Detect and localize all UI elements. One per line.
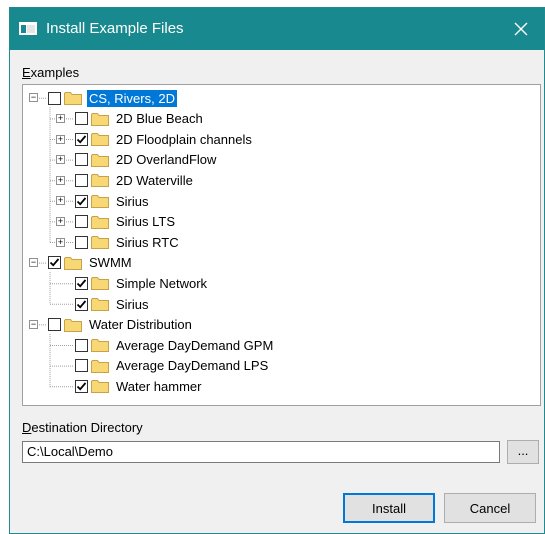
examples-tree[interactable]: − CS, Rivers, 2D +2D Blue Beach +2D Floodpl… xyxy=(22,84,541,406)
folder-icon xyxy=(91,359,109,373)
folder-icon xyxy=(91,215,109,229)
tree-item[interactable]: Average DayDemand GPM xyxy=(75,335,275,355)
item-checkbox[interactable] xyxy=(48,256,61,270)
item-checkbox[interactable] xyxy=(75,235,88,249)
tree-item-label: Sirius LTS xyxy=(116,214,175,230)
item-checkbox[interactable] xyxy=(75,112,88,126)
collapse-toggle[interactable]: − xyxy=(29,93,38,103)
destination-label: Destination Directory xyxy=(22,420,143,435)
collapse-toggle[interactable]: − xyxy=(29,319,38,329)
tree-item-label: Simple Network xyxy=(116,275,208,291)
tree-item[interactable]: CS, Rivers, 2D xyxy=(48,88,177,108)
checkmark-icon xyxy=(76,299,87,309)
collapse-toggle[interactable]: − xyxy=(29,258,38,268)
tree-item-label: SWMM xyxy=(89,255,132,271)
tree-item[interactable]: 2D Blue Beach xyxy=(75,109,205,129)
tree-item-label: 2D Blue Beach xyxy=(116,111,203,127)
install-dialog: Install Example Files Examples − CS, Rive… xyxy=(9,7,545,534)
close-button[interactable] xyxy=(498,8,544,50)
expand-toggle[interactable]: + xyxy=(56,237,65,247)
tree-item-label: Average DayDemand GPM xyxy=(116,337,274,353)
tree-item-label: Sirius RTC xyxy=(116,234,179,250)
folder-icon xyxy=(91,174,109,188)
item-checkbox[interactable] xyxy=(75,132,88,146)
folder-icon xyxy=(91,236,109,250)
install-button[interactable]: Install xyxy=(343,493,435,523)
title-bar[interactable]: Install Example Files xyxy=(10,8,544,50)
tree-item-label: 2D OverlandFlow xyxy=(116,152,217,168)
item-checkbox[interactable] xyxy=(48,318,61,332)
tree-item[interactable]: 2D Waterville xyxy=(75,170,195,190)
tree-item-label: Average DayDemand LPS xyxy=(116,358,269,374)
item-checkbox[interactable] xyxy=(75,276,88,290)
expand-toggle[interactable]: + xyxy=(56,113,65,123)
folder-icon xyxy=(91,298,109,311)
tree-item[interactable]: Sirius RTC xyxy=(75,232,181,252)
tree-item-label: Sirius xyxy=(116,296,149,312)
expand-toggle[interactable]: + xyxy=(56,196,65,206)
tree-item[interactable]: Water Distribution xyxy=(48,315,194,335)
window-icon xyxy=(19,22,37,35)
expand-toggle[interactable]: + xyxy=(56,134,65,144)
tree-item-label: Water Distribution xyxy=(89,317,192,333)
item-checkbox[interactable] xyxy=(75,338,88,352)
tree-item-label: Water hammer xyxy=(116,378,202,394)
tree-item[interactable]: Sirius xyxy=(75,191,151,211)
expand-toggle[interactable]: + xyxy=(56,175,65,185)
folder-icon xyxy=(91,277,109,291)
destination-directory-input[interactable]: C:\Local\Demo xyxy=(22,441,500,463)
checkmark-icon xyxy=(76,196,87,206)
tree-item[interactable]: Sirius xyxy=(75,294,151,314)
item-checkbox[interactable] xyxy=(48,91,61,105)
tree-item-label: 2D Floodplain channels xyxy=(116,131,252,147)
expand-toggle[interactable]: + xyxy=(56,216,65,226)
folder-icon xyxy=(64,318,82,332)
item-checkbox[interactable] xyxy=(75,359,88,373)
item-checkbox[interactable] xyxy=(75,153,88,167)
folder-icon xyxy=(91,112,109,126)
folder-icon xyxy=(64,92,82,105)
cancel-button[interactable]: Cancel xyxy=(444,493,536,523)
expand-toggle[interactable]: + xyxy=(56,155,65,165)
item-checkbox[interactable] xyxy=(75,173,88,187)
checkmark-icon xyxy=(76,135,87,144)
examples-label: Examples xyxy=(22,65,80,80)
checkmark-icon xyxy=(76,279,87,288)
browse-button[interactable]: ... xyxy=(507,440,539,464)
folder-icon xyxy=(91,153,109,167)
tree-item-label: CS, Rivers, 2D xyxy=(87,89,177,107)
close-icon xyxy=(514,22,528,36)
tree-item[interactable]: Water hammer xyxy=(75,376,203,396)
tree-item[interactable]: 2D Floodplain channels xyxy=(75,129,254,149)
tree-item-label: Sirius xyxy=(116,193,149,209)
folder-icon xyxy=(91,195,109,208)
tree-item[interactable]: Sirius LTS xyxy=(75,212,177,232)
checkmark-icon xyxy=(49,258,60,267)
folder-icon xyxy=(64,256,82,270)
folder-icon xyxy=(91,339,109,353)
checkmark-icon xyxy=(76,382,87,391)
item-checkbox[interactable] xyxy=(75,379,88,393)
window-title: Install Example Files xyxy=(46,20,184,37)
item-checkbox[interactable] xyxy=(75,297,88,311)
folder-icon xyxy=(91,133,109,147)
tree-item[interactable]: SWMM xyxy=(48,253,134,273)
item-checkbox[interactable] xyxy=(75,215,88,229)
item-checkbox[interactable] xyxy=(75,194,88,208)
tree-item[interactable]: Simple Network xyxy=(75,273,209,293)
tree-item-label: 2D Waterville xyxy=(116,172,193,188)
tree-item[interactable]: Average DayDemand LPS xyxy=(75,356,270,376)
folder-icon xyxy=(91,380,109,394)
tree-item[interactable]: 2D OverlandFlow xyxy=(75,150,218,170)
